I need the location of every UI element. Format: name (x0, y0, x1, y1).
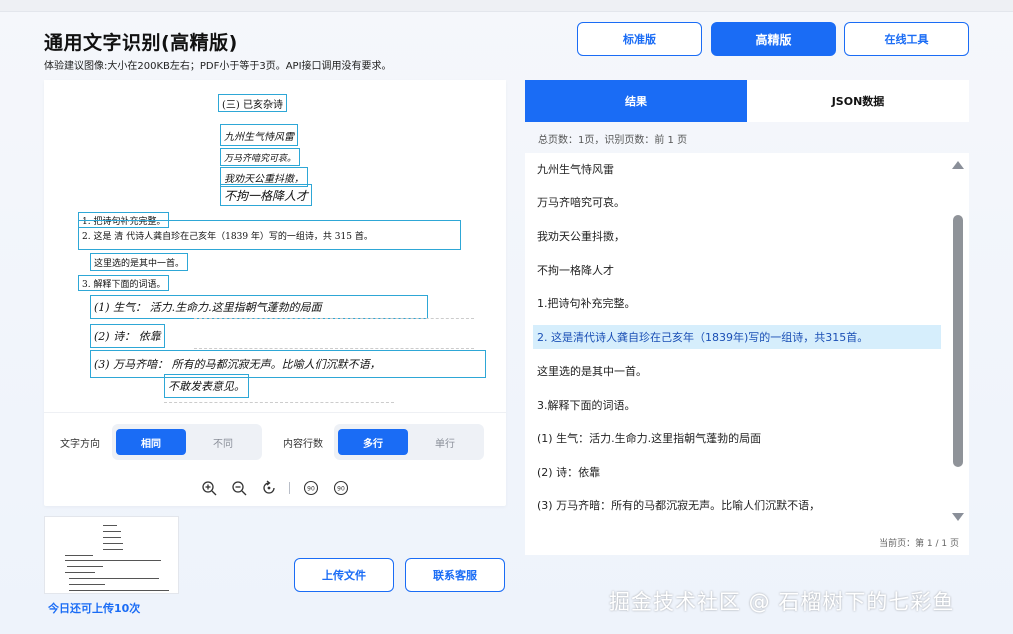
text-direction-toggle: 相同 不同 (112, 424, 262, 460)
scroll-down-arrow-icon[interactable] (952, 513, 964, 521)
online-tools-button[interactable]: 在线工具 (844, 22, 969, 56)
result-line[interactable]: 这里选的是其中一首。 (533, 359, 941, 383)
page-indicator: 当前页：第 1 / 1 页 (879, 539, 959, 549)
text-direction-label: 文字方向 (60, 439, 100, 450)
contact-support-button[interactable]: 联系客服 (405, 558, 505, 592)
text-direction-same-option[interactable]: 相同 (116, 429, 186, 455)
thumb-text-line (69, 590, 169, 591)
uploaded-image-thumbnail[interactable] (44, 516, 179, 594)
upload-quota-text: 今日还可上传10次 (48, 602, 141, 615)
rotate-right-90-icon[interactable]: 90 (333, 480, 349, 496)
thumb-text-line (69, 578, 159, 579)
ocr-line-box: 3. 解释下面的词语。 (78, 275, 170, 291)
rotate-icon[interactable] (261, 480, 277, 496)
rotate-left-90-icon[interactable]: 90 (303, 480, 319, 496)
ocr-line-box: (2) 诗： 依靠 (90, 324, 165, 348)
result-line[interactable]: (1) 生气：活力.生命力.这里指朝气蓬勃的局面 (533, 426, 941, 450)
thumb-text-line (69, 584, 105, 585)
high-precision-version-button[interactable]: 高精版 (711, 22, 836, 56)
document-image: (三) 已亥杂诗 九州生气恃风雷 万马齐喑究可哀。 我劝天公重抖擞， 不拘一格降… (44, 80, 506, 413)
tab-result[interactable]: 结果 (525, 80, 747, 122)
standard-version-button[interactable]: 标准版 (577, 22, 702, 56)
ocr-line-box: (三) 已亥杂诗 (218, 94, 287, 112)
result-line[interactable]: 九州生气恃风雷 (533, 157, 941, 181)
result-line[interactable]: 3.解释下面的词语。 (533, 393, 941, 417)
ocr-line-box: (1) 生气： 活力.生命力.这里指朝气蓬勃的局面 (90, 295, 428, 319)
result-line[interactable]: 我劝天公重抖擞， (533, 224, 941, 248)
ocr-line-box: 九州生气恃风雷 (220, 124, 298, 146)
toolbar-divider (289, 482, 290, 494)
ocr-line-box: 万马齐喑究可哀。 (220, 148, 301, 166)
answer-underline (164, 402, 394, 403)
page-title: 通用文字识别(高精版) (44, 32, 238, 54)
line-mode-multi-option[interactable]: 多行 (338, 429, 408, 455)
thumb-text-line (65, 555, 93, 556)
rotate-right-label: 90 (337, 486, 345, 493)
tab-json-data[interactable]: JSON数据 (747, 80, 969, 122)
result-line-highlighted[interactable]: 2. 这是清代诗人龚自珍在己亥年（1839年)写的一组诗，共315首。 (533, 325, 941, 349)
answer-underline (194, 348, 474, 349)
result-line[interactable]: (3) 万马齐暗：所有的马都沉寂无声。比喻人们沉默不语， (533, 493, 941, 517)
thumb-text-line (65, 560, 161, 561)
thumb-text-line (103, 543, 123, 544)
scrollbar-thumb[interactable] (953, 215, 963, 467)
page-stats: 总页数：1页，识别页数：前 1 页 (538, 135, 688, 146)
zoom-in-icon[interactable] (201, 480, 217, 496)
rotate-left-label: 90 (307, 486, 315, 493)
ocr-line-box: 不敢发表意见。 (164, 374, 249, 398)
upload-file-button[interactable]: 上传文件 (294, 558, 394, 592)
thumb-text-line (103, 525, 117, 526)
result-tabs: 结果 JSON数据 (525, 80, 969, 122)
page-subtitle: 体验建议图像:大小在200KB左右；PDF小于等于3页。API接口调用没有要求。 (44, 61, 392, 72)
line-mode-single-option[interactable]: 单行 (410, 429, 480, 455)
watermark: 掘金技术社区 @ 石榴树下的七彩鱼 (609, 590, 955, 614)
result-line[interactable]: 不拘一格降人才 (533, 258, 941, 282)
ocr-line-box: 2. 这是 清 代诗人龚自珍在己亥年（1839 年）写的一组诗，共 315 首。 (78, 220, 461, 250)
thumb-text-line (65, 572, 95, 573)
thumb-text-line (67, 566, 103, 567)
answer-underline (194, 318, 474, 319)
result-line[interactable]: 万马齐喑究可哀。 (533, 190, 941, 214)
ocr-line-box: 不拘一格降人才 (220, 184, 313, 206)
scroll-up-arrow-icon[interactable] (952, 161, 964, 169)
thumb-text-line (103, 531, 121, 532)
thumb-text-line (103, 549, 123, 550)
result-text-area: 九州生气恃风雷 万马齐喑究可哀。 我劝天公重抖擞， 不拘一格降人才 1.把诗句补… (525, 153, 969, 555)
zoom-out-icon[interactable] (231, 480, 247, 496)
line-mode-toggle: 多行 单行 (334, 424, 484, 460)
line-mode-label: 内容行数 (283, 439, 323, 450)
ocr-line-box: (3) 万马齐喑： 所有的马都沉寂无声。比喻人们沉默不语， (90, 350, 486, 378)
thumb-text-line (103, 537, 121, 538)
result-line[interactable]: 1.把诗句补充完整。 (533, 291, 941, 315)
result-line[interactable]: (2) 诗：依靠 (533, 460, 941, 484)
text-direction-different-option[interactable]: 不同 (188, 429, 258, 455)
ocr-line-box: 这里选的是其中一首。 (90, 253, 189, 271)
browser-top-strip (0, 0, 1013, 12)
